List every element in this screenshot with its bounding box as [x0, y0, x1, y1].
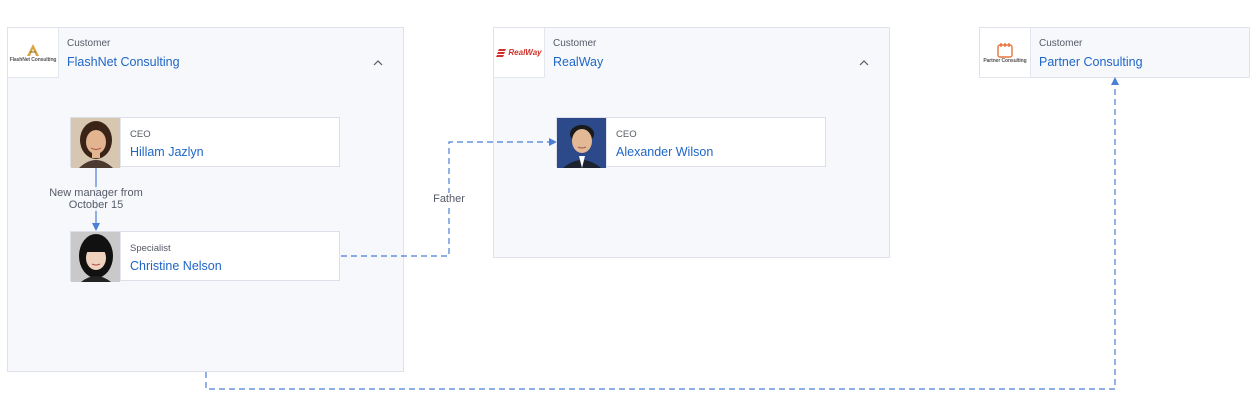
- avatar: [557, 118, 607, 168]
- person-role: Specialist: [130, 243, 171, 254]
- avatar: [71, 118, 121, 168]
- edge-label-father: Father: [424, 193, 474, 205]
- person-role: CEO: [616, 129, 637, 140]
- diagram-edges: [92, 77, 1119, 390]
- person-role: CEO: [130, 129, 151, 140]
- edge-label-text: Father: [433, 193, 465, 205]
- edge-label-line: October 15: [68, 199, 124, 211]
- person-card-hillam-jazlyn[interactable]: CEO Hillam Jazlyn: [70, 117, 340, 168]
- person-name-link[interactable]: Alexander Wilson: [616, 145, 713, 159]
- person-name-link[interactable]: Hillam Jazlyn: [130, 145, 204, 159]
- person-card-christine-nelson[interactable]: Specialist Christine Nelson: [70, 231, 340, 282]
- avatar: [71, 232, 121, 282]
- edge-label-manager: New manager from October 15: [36, 187, 156, 211]
- edge-label-line: New manager from: [49, 187, 143, 199]
- person-name-link[interactable]: Christine Nelson: [130, 259, 222, 273]
- person-card-alexander-wilson[interactable]: CEO Alexander Wilson: [556, 117, 826, 168]
- org-diagram-canvas: FlashNet Consulting Customer FlashNet Co…: [0, 0, 1256, 420]
